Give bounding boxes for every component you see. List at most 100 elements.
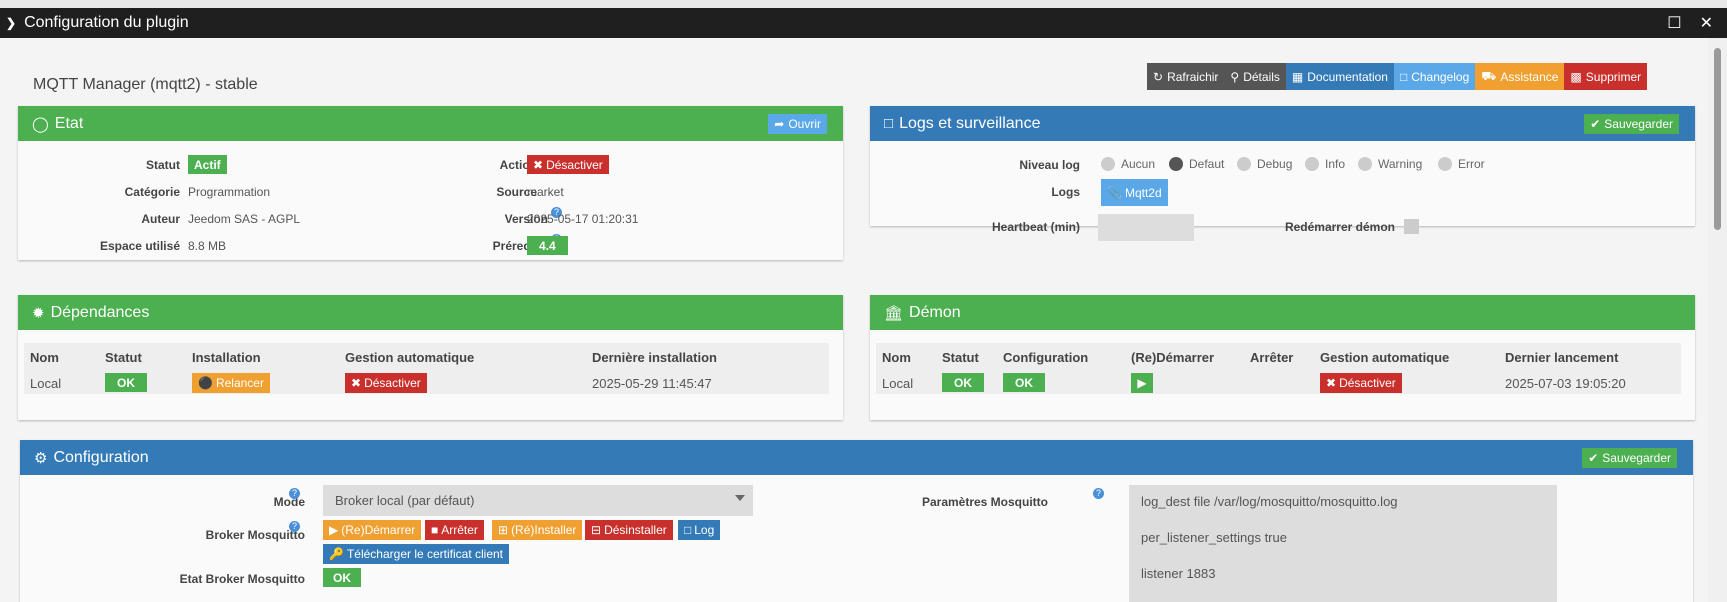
- scrollbar-thumb[interactable]: [1714, 48, 1721, 230]
- espace-value: 8.8 MB: [188, 239, 227, 253]
- configuration-header: ⚙ Configuration ✔ Sauvegarder: [20, 440, 1693, 475]
- demon-header-configuration: Configuration: [1003, 350, 1089, 365]
- dep-header-gestion: Gestion automatique: [345, 350, 475, 365]
- plugin-toolbar: ↻ Rafraichir ⚲ Détails ▦ Documentation □ Cha…: [1147, 63, 1648, 90]
- level-warning-radio[interactable]: Warning: [1358, 157, 1422, 171]
- configuration-save-button[interactable]: ✔ Sauvegarder: [1582, 448, 1677, 468]
- dependances-table: Nom Statut Installation Gestion automati…: [24, 343, 829, 394]
- heartbeat-input[interactable]: [1098, 214, 1194, 241]
- demon-header-stop: Arrêter: [1250, 350, 1294, 365]
- logs-header: □ Logs et surveillance ✔ Sauvegarder: [870, 106, 1695, 141]
- details-button[interactable]: ⚲ Détails: [1224, 63, 1286, 90]
- restart-daemon-label: Redémarrer démon: [1284, 220, 1395, 234]
- changelog-label: Changelog: [1411, 69, 1470, 84]
- chevron-down-icon: [735, 495, 745, 501]
- dep-auto-deactivate-button[interactable]: ✖ Désactiver: [345, 373, 427, 393]
- maximize-icon[interactable]: ☐: [1667, 13, 1681, 33]
- auteur-value: Jeedom SAS - AGPL: [188, 212, 301, 226]
- categorie-value: Programmation: [188, 185, 271, 199]
- assistance-label: Assistance: [1500, 69, 1559, 84]
- chevron-right-icon[interactable]: ❯: [6, 16, 16, 30]
- broker-uninstall-label: Désinstaller: [604, 523, 667, 537]
- configuration-panel: ⚙ Configuration ✔ Sauvegarder Mode ? Brok…: [20, 440, 1693, 602]
- mqtt2d-log-button[interactable]: 📎 Mqtt2d: [1101, 179, 1168, 206]
- close-icon: ✖: [1326, 376, 1337, 390]
- file-icon: □: [1399, 69, 1408, 84]
- bank-icon: 🏛: [884, 304, 904, 322]
- key-icon: 🔑: [329, 547, 344, 561]
- params-help-icon[interactable]: ?: [1090, 488, 1104, 502]
- play-icon: ▶: [1137, 376, 1147, 390]
- broker-uninstall-button[interactable]: ⊟ Désinstaller: [585, 520, 673, 540]
- download-certificate-button[interactable]: 🔑 Télécharger le certificat client: [323, 544, 510, 564]
- level-aucun-radio[interactable]: Aucun: [1101, 157, 1155, 171]
- dialog-content: MQTT Manager (mqtt2) - stable ↻ Rafraichi…: [0, 38, 1708, 602]
- level-info-radio[interactable]: Info: [1305, 157, 1345, 171]
- version-value: 2025-05-17 01:20:31: [527, 212, 639, 226]
- check-circle-icon: ✔: [1590, 117, 1601, 131]
- demon-panel: 🏛 Démon Nom Statut Configuration (Re)Dém…: [870, 295, 1695, 420]
- delete-button[interactable]: ▩ Supprimer: [1564, 63, 1648, 90]
- broker-log-button[interactable]: □ Log: [678, 520, 721, 540]
- level-debug-radio[interactable]: Debug: [1237, 157, 1292, 171]
- broker-log-label: Log: [694, 523, 715, 537]
- etat-panel: ◯ Etat ➦ Ouvrir Statut Actif Catégorie Pr…: [18, 106, 843, 260]
- open-button[interactable]: ➦ Ouvrir: [768, 114, 827, 134]
- relaunch-dependencies-button[interactable]: ⚫ Relancer: [192, 373, 270, 393]
- refresh-button[interactable]: ↻ Rafraichir: [1147, 63, 1225, 90]
- details-label: Détails: [1243, 69, 1280, 84]
- vertical-scrollbar[interactable]: [1708, 38, 1727, 602]
- level-info-label: Info: [1325, 157, 1346, 171]
- broker-install-button[interactable]: ⊞ (Ré)Installer: [492, 520, 583, 540]
- deactivate-label: Désactiver: [546, 157, 603, 172]
- dep-header-derniere: Dernière installation: [592, 350, 717, 365]
- play-icon: ▶: [329, 523, 339, 537]
- book-icon: ▦: [1291, 69, 1304, 84]
- demon-header-dernier: Dernier lancement: [1505, 350, 1619, 365]
- mode-select[interactable]: Broker local (par défaut): [323, 485, 753, 516]
- configuration-title: Configuration: [53, 448, 149, 466]
- demon-config-badge: OK: [1003, 373, 1045, 392]
- broker-restart-button[interactable]: ▶ (Re)Démarrer: [323, 520, 422, 540]
- plugin-config-window: ❯ Configuration du plugin ☐ ✕ MQTT Manag…: [0, 8, 1727, 602]
- mode-help-icon[interactable]: ?: [286, 488, 300, 502]
- dep-last-install: 2025-05-29 11:45:47: [592, 376, 712, 391]
- demon-header-restart: (Re)Démarrer: [1131, 350, 1215, 365]
- mqtt2d-log-label: Mqtt2d: [1124, 185, 1162, 200]
- truck-icon: ⛟: [1481, 68, 1497, 83]
- logs-panel: □ Logs et surveillance ✔ Sauvegarder Nive…: [870, 106, 1695, 241]
- demon-auto-deactivate-button[interactable]: ✖ Désactiver: [1320, 373, 1402, 393]
- broker-restart-label: (Re)Démarrer: [341, 523, 416, 537]
- statut-badge: Actif: [188, 155, 227, 174]
- check-circle-icon: ✔: [1588, 451, 1599, 465]
- bicycle-icon: ⚫: [198, 376, 213, 390]
- logs-save-button[interactable]: ✔ Sauvegarder: [1584, 114, 1679, 134]
- demon-status-badge: OK: [942, 373, 984, 392]
- params-textarea[interactable]: log_dest file /var/log/mosquitto/mosquit…: [1129, 485, 1557, 602]
- changelog-button[interactable]: □ Changelog: [1393, 63, 1476, 90]
- dep-header-installation: Installation: [192, 350, 261, 365]
- documentation-button[interactable]: ▦ Documentation: [1285, 63, 1394, 90]
- restart-daemon-checkbox[interactable]: [1404, 219, 1419, 234]
- level-defaut-radio[interactable]: Defaut: [1169, 157, 1224, 171]
- assistance-button[interactable]: ⛟ Assistance: [1475, 63, 1565, 90]
- close-icon[interactable]: ✕: [1700, 13, 1713, 33]
- broker-help-icon[interactable]: ?: [286, 521, 300, 535]
- refresh-label: Rafraichir: [1167, 69, 1219, 84]
- dependances-header: ✹ Dépendances: [18, 295, 843, 330]
- etat-broker-label: Etat Broker Mosquitto: [179, 572, 305, 586]
- demon-start-button[interactable]: ▶: [1131, 373, 1153, 393]
- level-error-radio[interactable]: Error: [1438, 157, 1485, 171]
- documentation-label: Documentation: [1307, 69, 1388, 84]
- level-error-label: Error: [1458, 157, 1485, 171]
- minus-square-icon: ⊟: [591, 523, 602, 537]
- broker-stop-button[interactable]: ■ Arrêter: [425, 520, 484, 540]
- statut-label: Statut: [146, 158, 180, 172]
- dependances-title: Dépendances: [50, 303, 150, 321]
- demon-header-statut: Statut: [942, 350, 979, 365]
- dep-header-statut: Statut: [105, 350, 142, 365]
- file-icon: □: [884, 115, 894, 132]
- demon-header: 🏛 Démon: [870, 295, 1695, 330]
- auteur-label: Auteur: [141, 212, 180, 226]
- deactivate-plugin-button[interactable]: ✖ Désactiver: [527, 155, 609, 174]
